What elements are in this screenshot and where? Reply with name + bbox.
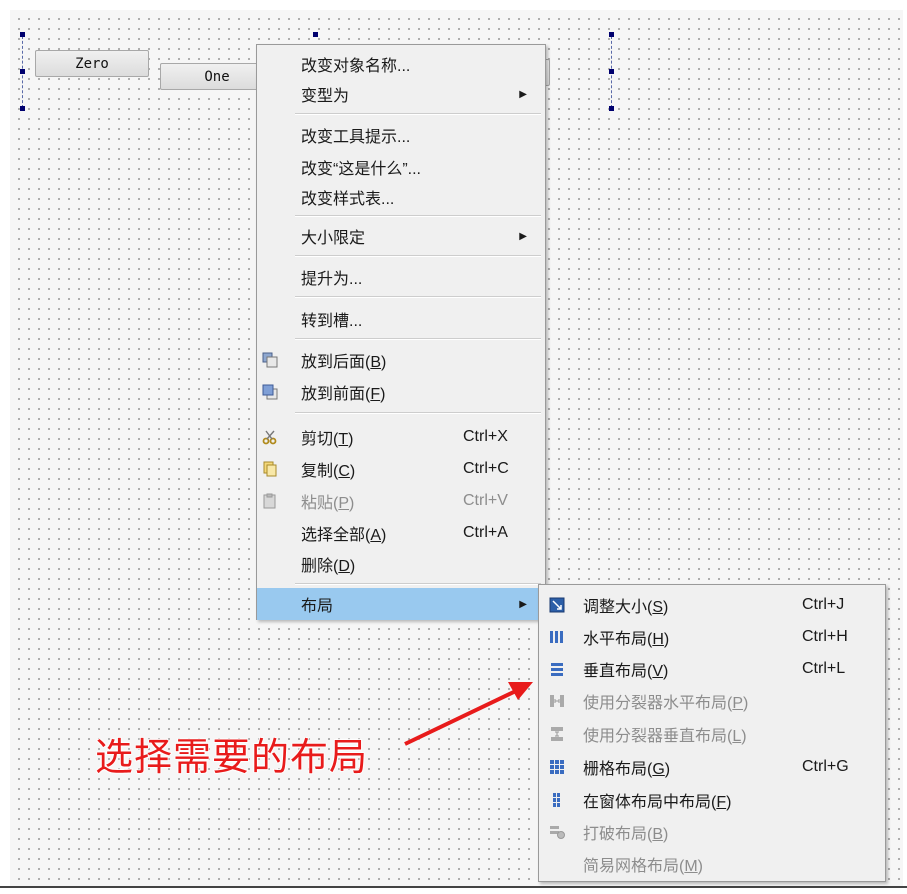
adjust-size-icon [549,597,565,613]
menu-item-label: 粘贴(P) [301,495,355,512]
menu-item-label: 使用分裂器水平布局(P) [583,695,749,712]
menu-item-go-to-slot[interactable]: 转到槽... [257,303,545,335]
menu-item-change-stylesheet[interactable]: 改变样式表... [257,181,545,213]
menu-separator [295,215,541,217]
selection-handle-top-right[interactable] [609,32,614,37]
submenu-arrow-icon: ▶ [519,88,527,100]
cut-icon [262,430,277,445]
menu-separator [295,412,541,414]
shortcut-label: Ctrl+C [463,460,509,477]
menu-separator [295,113,541,115]
menu-item-label: 改变工具提示... [301,129,411,146]
menu-item-label: 剪切(T) [301,431,354,448]
window-border [0,886,907,888]
menu-item-size-constraints[interactable]: 大小限定 ▶ [257,220,545,252]
menu-item-label: 提升为... [301,271,363,288]
menu-item-label: 放到后面(B) [301,354,387,371]
menu-item-label: 变型为 [301,88,350,105]
splitter-horizontal-icon [550,695,564,707]
menu-item-label: 调整大小(S) [583,599,669,616]
menu-item-promote-to[interactable]: 提升为... [257,261,545,293]
menu-item-label: 在窗体布局中布局(F) [583,794,732,811]
menu-item-label: 布局 [301,598,334,615]
shortcut-label: Ctrl+G [802,758,849,775]
shortcut-label: Ctrl+X [463,428,508,445]
menu-item-change-tooltip[interactable]: 改变工具提示... [257,119,545,151]
selection-handle-top-left[interactable] [20,32,25,37]
menu-item-label: 改变对象名称... [301,58,411,75]
horizontal-layout-icon [550,631,563,643]
menu-separator [295,338,541,340]
submenu-item-vertical-layout[interactable]: 垂直布局(V) Ctrl+L [539,653,885,685]
layout-submenu: 调整大小(S) Ctrl+J 水平布局(H) Ctrl+H 垂直布局(V) Ct… [538,584,886,882]
menu-item-label: 改变“这是什么”... [301,161,421,178]
bring-to-front-icon [262,384,278,400]
menu-item-label: 改变样式表... [301,191,395,208]
menu-item-label: 打破布局(B) [583,826,669,843]
selection-handle-bottom-right[interactable] [609,106,614,111]
selection-handle-middle-right[interactable] [609,69,614,74]
shortcut-label: Ctrl+A [463,524,508,541]
shortcut-label: Ctrl+V [463,492,508,509]
form-layout-icon [553,793,560,807]
submenu-item-splitter-vertical[interactable]: 使用分裂器垂直布局(L) [539,718,885,750]
copy-icon [263,461,277,477]
menu-item-send-to-back[interactable]: 放到后面(B) [257,344,545,376]
submenu-arrow-icon: ▶ [519,598,527,610]
menu-separator [295,583,541,585]
grid-layout-icon [550,760,564,774]
selection-handle-bottom-left[interactable] [20,106,25,111]
shortcut-label: Ctrl+L [802,660,846,677]
menu-item-label: 转到槽... [301,313,363,330]
menu-item-label: 选择全部(A) [301,527,387,544]
menu-item-label: 大小限定 [301,230,366,247]
submenu-item-grid-layout[interactable]: 栅格布局(G) Ctrl+G [539,751,885,783]
menu-item-paste[interactable]: 粘贴(P) Ctrl+V [257,485,545,517]
selection-handle-middle-left[interactable] [20,69,25,74]
shortcut-label: Ctrl+H [802,628,848,645]
menu-item-delete[interactable]: 删除(D) [257,548,545,580]
menu-item-label: 复制(C) [301,463,356,480]
menu-item-label: 放到前面(F) [301,386,386,403]
menu-item-label: 使用分裂器垂直布局(L) [583,728,747,745]
selection-handle-top-middle[interactable] [313,32,318,37]
menu-separator [295,255,541,257]
menu-item-copy[interactable]: 复制(C) Ctrl+C [257,453,545,485]
menu-item-label: 栅格布局(G) [583,761,671,778]
menu-item-rename[interactable]: 改变对象名称... [257,48,545,80]
paste-icon [263,493,276,509]
submenu-item-horizontal-layout[interactable]: 水平布局(H) Ctrl+H [539,621,885,653]
menu-item-cut[interactable]: 剪切(T) Ctrl+X [257,421,545,453]
menu-item-morph-into[interactable]: 变型为 ▶ [257,78,545,110]
annotation-text: 选择需要的布局 [94,734,369,780]
menu-item-change-whatsthis[interactable]: 改变“这是什么”... [257,151,545,183]
shortcut-label: Ctrl+J [802,596,845,613]
menu-item-label: 垂直布局(V) [583,663,669,680]
push-button-zero[interactable]: Zero [35,50,149,77]
menu-item-label: 删除(D) [301,558,356,575]
submenu-arrow-icon: ▶ [519,230,527,242]
submenu-item-splitter-horizontal[interactable]: 使用分裂器水平布局(P) [539,685,885,717]
menu-item-label: 水平布局(H) [583,631,670,648]
submenu-item-form-layout[interactable]: 在窗体布局中布局(F) [539,784,885,816]
send-to-back-icon [262,352,278,368]
submenu-item-simplify-grid[interactable]: 简易网格布局(M) [539,848,885,880]
menu-item-select-all[interactable]: 选择全部(A) Ctrl+A [257,517,545,549]
menu-item-bring-to-front[interactable]: 放到前面(F) [257,376,545,408]
submenu-item-adjust-size[interactable]: 调整大小(S) Ctrl+J [539,589,885,621]
menu-item-label: 简易网格布局(M) [583,858,703,875]
submenu-item-break-layout[interactable]: 打破布局(B) [539,816,885,848]
break-layout-icon [550,826,565,839]
splitter-vertical-icon [551,727,563,741]
context-menu: 改变对象名称... 变型为 ▶ 改变工具提示... 改变“这是什么”... 改变… [256,44,546,620]
menu-separator [295,296,541,298]
menu-item-layout[interactable]: 布局 ▶ [257,588,545,620]
vertical-layout-icon [551,663,563,676]
